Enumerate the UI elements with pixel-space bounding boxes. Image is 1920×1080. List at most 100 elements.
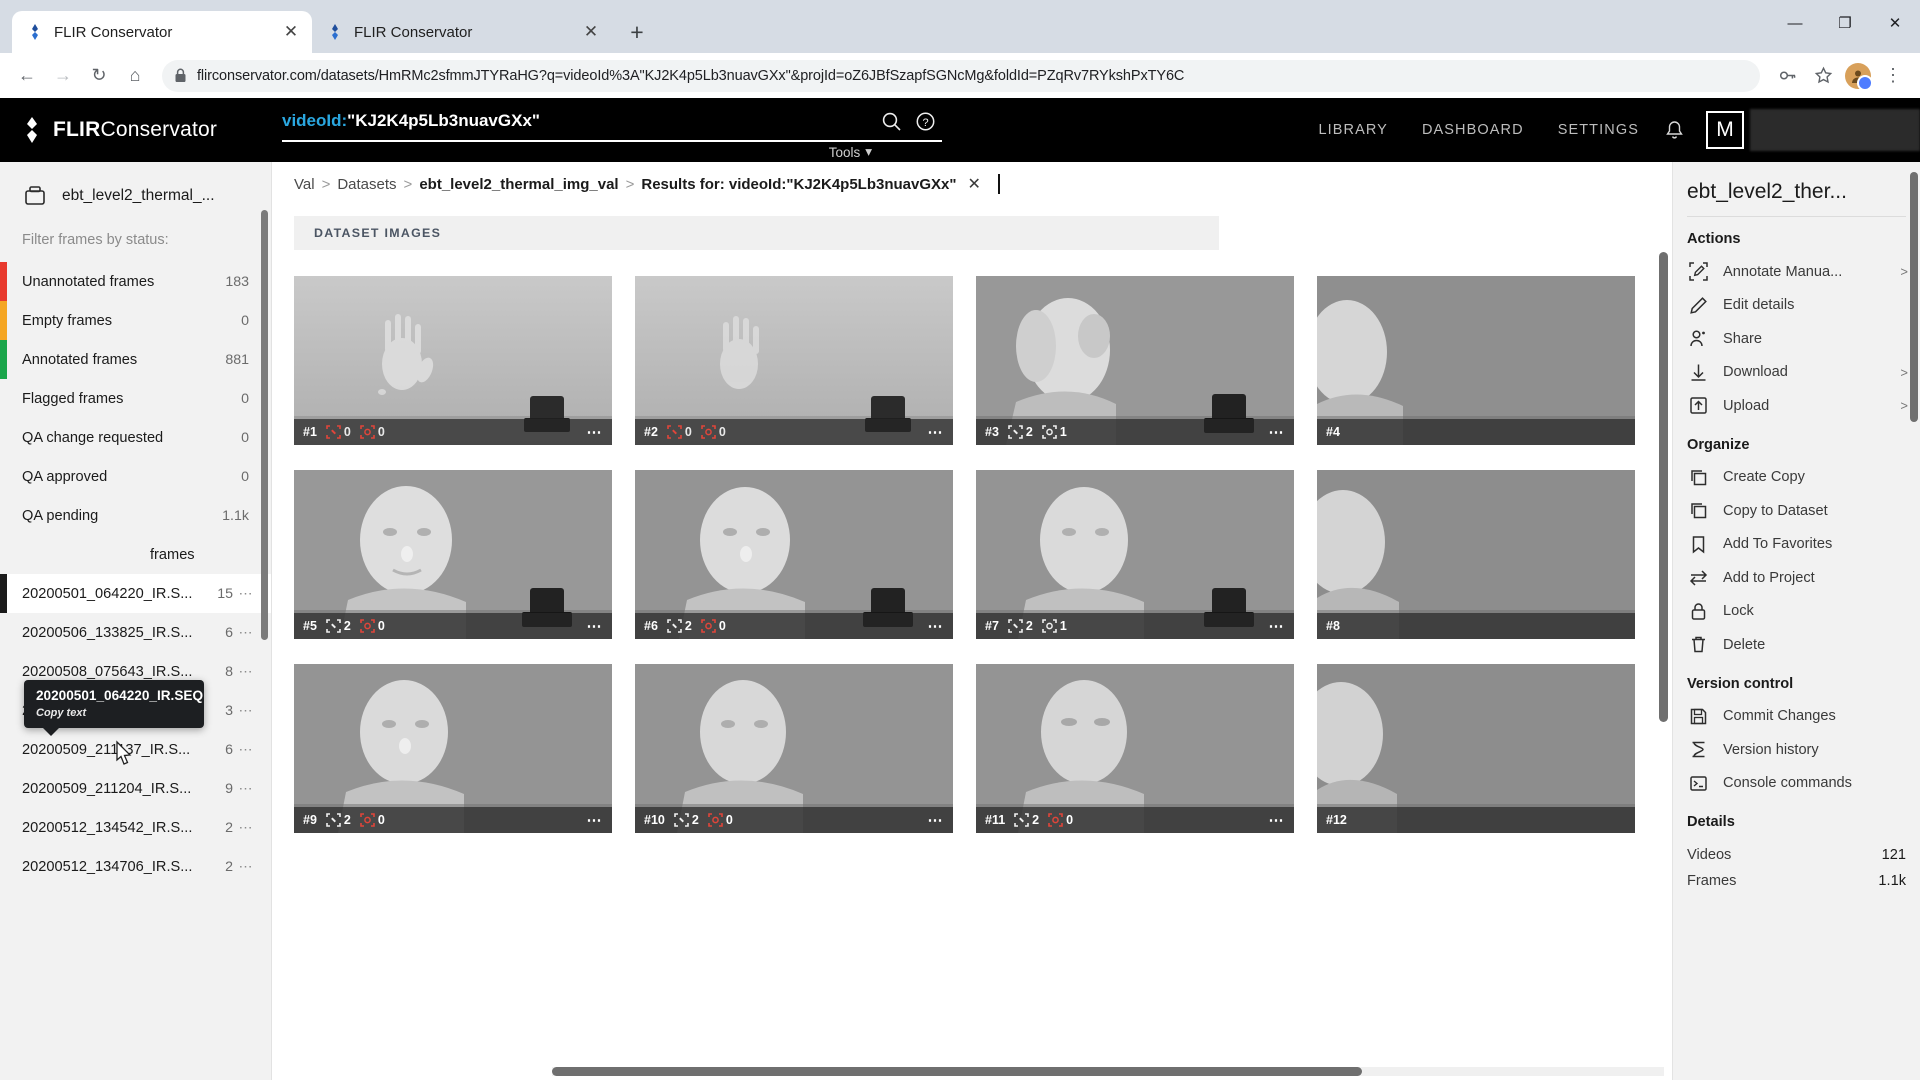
close-window-button[interactable]: ✕ bbox=[1870, 0, 1920, 46]
action-create-copy[interactable]: Create Copy bbox=[1673, 461, 1920, 495]
main-vertical-scrollbar[interactable] bbox=[1659, 252, 1668, 722]
ellipsis-icon[interactable]: ⋯ bbox=[587, 423, 604, 441]
close-icon[interactable]: ✕ bbox=[967, 174, 980, 194]
ellipsis-icon[interactable]: ⋯ bbox=[233, 858, 259, 875]
password-key-icon[interactable] bbox=[1770, 59, 1804, 93]
filter-row-qa-pending[interactable]: QA pending 1.1k bbox=[0, 496, 271, 535]
image-card-4[interactable]: #4 bbox=[1317, 276, 1635, 445]
breadcrumb-item-datasets[interactable]: Datasets bbox=[337, 176, 396, 193]
ellipsis-icon[interactable]: ⋯ bbox=[233, 780, 259, 797]
maximize-button[interactable]: ❐ bbox=[1820, 0, 1870, 46]
profile-avatar[interactable] bbox=[1842, 59, 1874, 93]
brand-logo[interactable]: FLIRConservator bbox=[0, 117, 282, 143]
image-card-2[interactable]: #2 0 0 ⋯ bbox=[635, 276, 953, 445]
action-commit-changes[interactable]: Commit Changes bbox=[1673, 700, 1920, 734]
scrollbar-thumb[interactable] bbox=[552, 1067, 1362, 1076]
filter-row-qa-change-requested[interactable]: QA change requested 0 bbox=[0, 418, 271, 457]
action-share[interactable]: Share bbox=[1673, 322, 1920, 356]
left-sidebar: ebt_level2_thermal_... Filter frames by … bbox=[0, 162, 272, 1080]
back-icon[interactable]: ← bbox=[10, 59, 44, 93]
nav-dashboard[interactable]: DASHBOARD bbox=[1422, 122, 1524, 138]
action-edit-details[interactable]: Edit details bbox=[1673, 289, 1920, 323]
breadcrumb-item-dataset[interactable]: ebt_level2_thermal_img_val bbox=[419, 176, 618, 193]
search-icon[interactable] bbox=[874, 111, 908, 132]
nav-settings[interactable]: SETTINGS bbox=[1558, 122, 1639, 138]
kebab-menu-icon[interactable]: ⋮ bbox=[1876, 59, 1910, 93]
ellipsis-icon[interactable]: ⋯ bbox=[233, 702, 259, 719]
bell-icon[interactable] bbox=[1665, 120, 1684, 141]
action-download[interactable]: Download > bbox=[1673, 356, 1920, 390]
close-icon[interactable]: ✕ bbox=[280, 21, 302, 43]
image-card-1[interactable]: #1 0 0 ⋯ bbox=[294, 276, 612, 445]
action-label: Add To Favorites bbox=[1723, 536, 1833, 553]
action-version-history[interactable]: Version history bbox=[1673, 733, 1920, 767]
help-circle-icon[interactable]: ? bbox=[908, 111, 942, 132]
image-card-8[interactable]: #8 bbox=[1317, 470, 1635, 639]
new-tab-button[interactable]: + bbox=[620, 15, 654, 49]
ellipsis-icon[interactable]: ⋯ bbox=[1269, 617, 1286, 635]
action-delete[interactable]: Delete bbox=[1673, 628, 1920, 662]
breadcrumb-item-val[interactable]: Val bbox=[294, 176, 315, 193]
user-menu[interactable]: M bbox=[1706, 109, 1920, 151]
home-icon[interactable]: ⌂ bbox=[118, 59, 152, 93]
action-upload[interactable]: Upload > bbox=[1673, 389, 1920, 423]
ellipsis-icon[interactable]: ⋯ bbox=[1269, 423, 1286, 441]
filter-row-qa-approved[interactable]: QA approved 0 bbox=[0, 457, 271, 496]
chevron-right-icon: > bbox=[1900, 264, 1908, 280]
filter-row-flagged[interactable]: Flagged frames 0 bbox=[0, 379, 271, 418]
image-card-7[interactable]: #7 2 1 ⋯ bbox=[976, 470, 1294, 639]
image-card-5[interactable]: #5 2 0 ⋯ bbox=[294, 470, 612, 639]
ellipsis-icon[interactable]: ⋯ bbox=[233, 624, 259, 641]
image-card-12[interactable]: #12 bbox=[1317, 664, 1635, 833]
action-annotate-manually[interactable]: Annotate Manua... > bbox=[1673, 255, 1920, 289]
minimize-button[interactable]: — bbox=[1770, 0, 1820, 46]
polygon-badge: 0 bbox=[701, 619, 726, 633]
ellipsis-icon[interactable]: ⋯ bbox=[587, 617, 604, 635]
image-card-3[interactable]: #3 2 1 ⋯ bbox=[976, 276, 1294, 445]
address-bar[interactable]: flirconservator.com/datasets/HmRMc2sfmmJ… bbox=[162, 59, 1760, 92]
sequence-row-6[interactable]: 20200512_134542_IR.S... 2 ⋯ bbox=[0, 808, 271, 847]
filter-row-frames[interactable]: frames bbox=[0, 535, 271, 574]
ellipsis-icon[interactable]: ⋯ bbox=[928, 617, 945, 635]
ellipsis-icon[interactable]: ⋯ bbox=[233, 819, 259, 836]
brand-light: Conservator bbox=[100, 118, 218, 141]
filter-row-annotated[interactable]: Annotated frames 881 bbox=[0, 340, 271, 379]
image-card-9[interactable]: #9 2 0 ⋯ bbox=[294, 664, 612, 833]
ellipsis-icon[interactable]: ⋯ bbox=[1269, 811, 1286, 829]
tools-dropdown[interactable]: Tools ▾ bbox=[829, 144, 872, 160]
action-copy-to-dataset[interactable]: Copy to Dataset bbox=[1673, 494, 1920, 528]
action-console-commands[interactable]: Console commands bbox=[1673, 767, 1920, 801]
nav-library[interactable]: LIBRARY bbox=[1318, 122, 1388, 138]
action-add-to-project[interactable]: Add to Project bbox=[1673, 561, 1920, 595]
search-bar[interactable]: videoId:"KJ2K4p5Lb3nuavGXx" ? bbox=[282, 102, 942, 142]
action-add-to-favorites[interactable]: Add To Favorites bbox=[1673, 528, 1920, 562]
right-panel-scrollbar[interactable] bbox=[1910, 172, 1918, 422]
ellipsis-icon[interactable]: ⋯ bbox=[233, 585, 259, 602]
action-lock[interactable]: Lock bbox=[1673, 595, 1920, 629]
close-icon[interactable]: ✕ bbox=[580, 21, 602, 43]
filter-row-empty[interactable]: Empty frames 0 bbox=[0, 301, 271, 340]
ellipsis-icon[interactable]: ⋯ bbox=[928, 811, 945, 829]
bookmark-star-icon[interactable] bbox=[1806, 59, 1840, 93]
sidebar-scrollbar[interactable] bbox=[261, 210, 268, 640]
sequence-row-0[interactable]: 20200501_064220_IR.S... 15 ⋯ bbox=[0, 574, 271, 613]
forward-icon[interactable]: → bbox=[46, 59, 80, 93]
dataset-header[interactable]: ebt_level2_thermal_... bbox=[0, 162, 271, 226]
browser-tab-1[interactable]: FLIR Conservator ✕ bbox=[12, 11, 312, 53]
sequence-row-1[interactable]: 20200506_133825_IR.S... 6 ⋯ bbox=[0, 613, 271, 652]
filter-row-unannotated[interactable]: Unannotated frames 183 bbox=[0, 262, 271, 301]
ellipsis-icon[interactable]: ⋯ bbox=[587, 811, 604, 829]
ellipsis-icon[interactable]: ⋯ bbox=[233, 741, 259, 758]
sequence-row-7[interactable]: 20200512_134706_IR.S... 2 ⋯ bbox=[0, 847, 271, 886]
image-card-10[interactable]: #10 2 0 ⋯ bbox=[635, 664, 953, 833]
reload-icon[interactable]: ↻ bbox=[82, 59, 116, 93]
ellipsis-icon[interactable]: ⋯ bbox=[233, 663, 259, 680]
image-card-6[interactable]: #6 2 0 ⋯ bbox=[635, 470, 953, 639]
horizontal-scrollbar[interactable] bbox=[552, 1067, 1664, 1076]
download-icon bbox=[1687, 363, 1709, 382]
bounding-box-icon bbox=[1008, 425, 1023, 439]
browser-tab-2[interactable]: FLIR Conservator ✕ bbox=[312, 11, 612, 53]
ellipsis-icon[interactable]: ⋯ bbox=[928, 423, 945, 441]
image-card-11[interactable]: #11 2 0 ⋯ bbox=[976, 664, 1294, 833]
sequence-row-5[interactable]: 20200509_211204_IR.S... 9 ⋯ bbox=[0, 769, 271, 808]
